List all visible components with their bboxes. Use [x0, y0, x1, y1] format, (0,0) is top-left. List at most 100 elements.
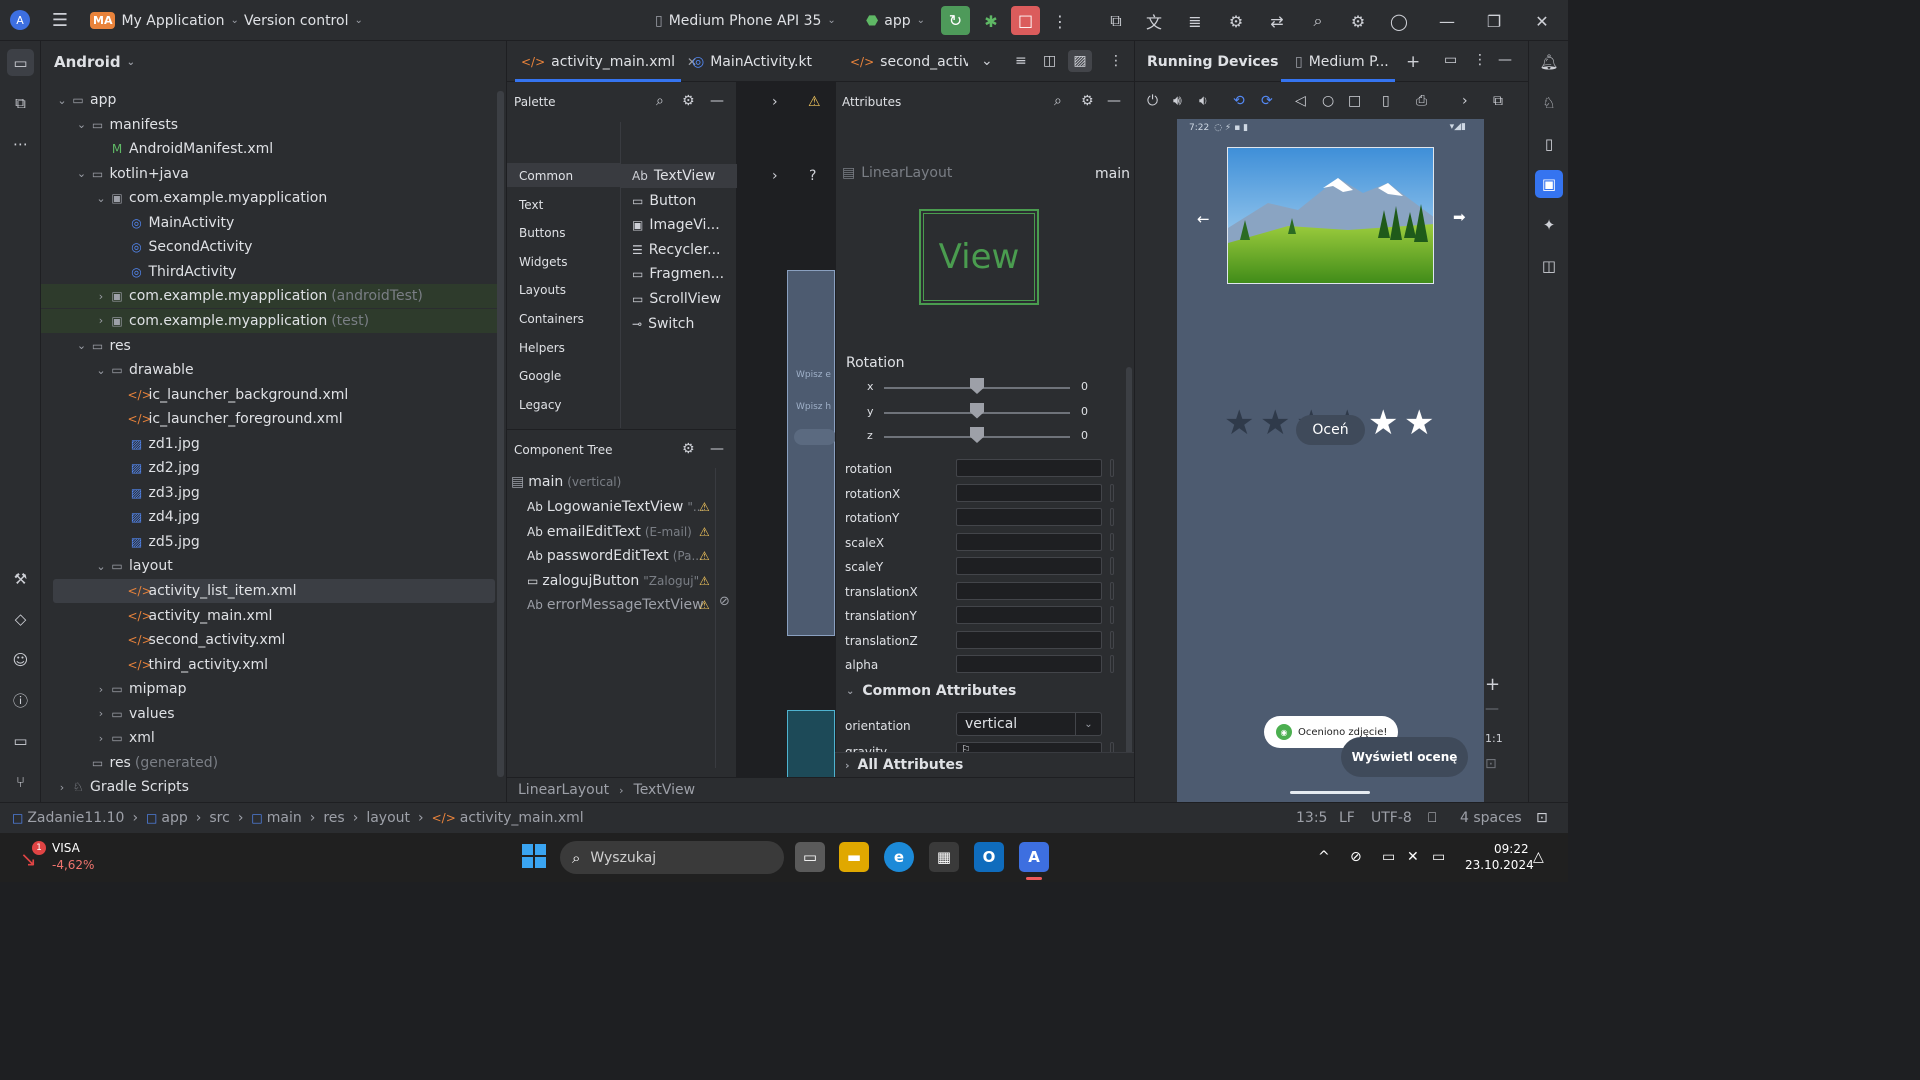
- palette-category[interactable]: Common: [519, 169, 573, 183]
- palette-category[interactable]: Containers: [519, 312, 584, 326]
- component-tree-row[interactable]: Ab LogowanieTextView "...: [527, 496, 704, 518]
- tree-item[interactable]: › ▭ mipmap: [41, 677, 501, 701]
- windows-start-button[interactable]: [522, 844, 546, 868]
- app-quality-button[interactable]: ◇: [7, 605, 34, 632]
- indent-setting[interactable]: 4 spaces: [1460, 810, 1522, 826]
- logcat-button[interactable]: ☺: [7, 646, 34, 673]
- overview-icon[interactable]: □: [1348, 93, 1361, 109]
- phone-screen[interactable]: 7:22 ◌ ⚡ ▪ ▮ ▾◢▮ ← ➡ ★ ★ ★ ★ Oceń ◉ Ocen…: [1177, 119, 1484, 803]
- tab-mainactivity-kt[interactable]: ◎ MainActivity.kt: [692, 41, 812, 82]
- palette-category[interactable]: Google: [519, 369, 561, 383]
- search-everywhere-button[interactable]: ⌕: [1305, 8, 1331, 34]
- outlook-icon[interactable]: O: [974, 842, 1004, 872]
- chevron-icon[interactable]: ⌄: [55, 94, 69, 107]
- debug-button[interactable]: ✱: [978, 8, 1004, 34]
- attribute-resource-picker[interactable]: [1110, 483, 1114, 502]
- attribute-resource-picker[interactable]: [1110, 557, 1114, 575]
- sdk-manager-button[interactable]: ⚙: [1223, 8, 1249, 34]
- attribute-value-field[interactable]: [956, 459, 1102, 477]
- tree-item[interactable]: ⌄ ▣ com.example.myapplication: [41, 186, 501, 210]
- attribute-value-field[interactable]: [956, 483, 1102, 502]
- tab-second-activity[interactable]: </> second_activity: [850, 41, 968, 82]
- monitor-icon[interactable]: ▭: [1382, 849, 1395, 865]
- prev-image-arrow[interactable]: ←: [1197, 210, 1210, 228]
- path-segment[interactable]: res: [323, 810, 344, 826]
- project-view-selector[interactable]: Android ⌄: [54, 53, 135, 71]
- rotation-slider-thumb[interactable]: [970, 427, 984, 443]
- path-segment[interactable]: □ main: [251, 810, 301, 826]
- path-segment[interactable]: □ app: [146, 810, 188, 826]
- network-offline-icon[interactable]: ⊘: [1350, 849, 1362, 865]
- chevron-icon[interactable]: ⌄: [75, 167, 89, 180]
- star-icon[interactable]: ★: [1260, 406, 1290, 440]
- warning-icon[interactable]: ⚠: [699, 500, 710, 514]
- path-segment[interactable]: □ Zadanie11.10: [12, 810, 124, 826]
- resource-manager-button[interactable]: ⧉: [7, 89, 34, 116]
- tree-item[interactable]: › ▣ com.example.myapplication (test): [41, 308, 501, 333]
- search-icon[interactable]: ⌕: [656, 93, 664, 109]
- vcs-menu[interactable]: Version control ⌄: [244, 0, 363, 41]
- breadcrumb-textview[interactable]: TextView: [634, 782, 696, 798]
- tree-item[interactable]: ▨ zd5.jpg: [41, 530, 501, 554]
- design-canvas[interactable]: › ⚠ › ? Wpisz e Wpisz h: [737, 82, 836, 818]
- volume-up-icon[interactable]: 🔊︎: [1173, 93, 1182, 109]
- attribute-value-field[interactable]: [956, 557, 1102, 575]
- attribute-value-field[interactable]: [956, 655, 1102, 673]
- rotation-slider-thumb[interactable]: [970, 402, 984, 419]
- tree-item[interactable]: ⌄ ▭ kotlin+java: [41, 162, 501, 186]
- back-icon[interactable]: ◁: [1295, 93, 1306, 109]
- line-separator[interactable]: LF: [1339, 810, 1355, 826]
- warning-icon[interactable]: ⚠: [699, 549, 710, 563]
- show-ratings-button[interactable]: Wyświetl ocenę: [1341, 737, 1468, 777]
- chevron-icon[interactable]: ⌄: [94, 364, 108, 377]
- project-scrollbar[interactable]: [497, 91, 504, 777]
- device-explorer-button[interactable]: ◫: [1535, 252, 1563, 280]
- edge-browser-icon[interactable]: e: [884, 842, 914, 872]
- palette-category[interactable]: Helpers: [519, 341, 565, 355]
- palette-item[interactable]: ▣ ImageVi...: [632, 217, 720, 233]
- tree-item[interactable]: ⌄ ▭ app: [41, 88, 501, 112]
- code-view-icon[interactable]: ≡: [1015, 53, 1027, 69]
- warning-icon[interactable]: ⚠: [699, 574, 710, 588]
- restore-window-button[interactable]: ❐: [1481, 8, 1507, 34]
- tree-item[interactable]: ◎ SecondActivity: [41, 235, 501, 259]
- chevron-icon[interactable]: ›: [94, 732, 108, 745]
- warning-icon[interactable]: ⚠: [699, 525, 710, 539]
- notifications-button[interactable]: 🔔︎: [1535, 48, 1563, 76]
- all-attributes-header[interactable]: › All Attributes: [835, 752, 1134, 777]
- tree-item[interactable]: </> ic_launcher_background.xml: [41, 383, 501, 407]
- home-icon[interactable]: ○: [1322, 93, 1334, 109]
- tree-item[interactable]: </> third_activity.xml: [41, 653, 501, 677]
- clock-time[interactable]: 09:22: [1494, 842, 1529, 856]
- file-encoding[interactable]: UTF-8: [1371, 810, 1412, 826]
- attribute-resource-picker[interactable]: [1110, 581, 1114, 600]
- orientation-dropdown[interactable]: vertical ⌄: [956, 712, 1102, 736]
- tree-item[interactable]: ▭ res (generated): [41, 751, 501, 775]
- device-manager-button[interactable]: ⧉: [1103, 8, 1129, 34]
- stock-widget[interactable]: ↘ 1: [18, 841, 48, 871]
- component-tree-row[interactable]: ▭ zalogujButton "Zaloguj": [527, 570, 699, 592]
- stop-button[interactable]: □: [1011, 6, 1040, 35]
- main-menu-icon[interactable]: ☰: [48, 8, 72, 32]
- tree-item[interactable]: </> activity_list_item.xml: [53, 579, 495, 603]
- attributes-scrollbar[interactable]: [1126, 367, 1132, 775]
- chevron-icon[interactable]: ⌄: [75, 339, 89, 352]
- star-icon[interactable]: ★: [1368, 406, 1398, 440]
- zoom-fit-icon[interactable]: ⊡: [1485, 756, 1497, 772]
- running-devices-button[interactable]: ▣: [1535, 170, 1563, 198]
- rotate-left-icon[interactable]: ⟲: [1233, 93, 1245, 109]
- more-actions-button[interactable]: ⋮: [1047, 8, 1073, 34]
- chevron-icon[interactable]: ⌄: [94, 192, 108, 205]
- chevron-icon[interactable]: ⌄: [94, 560, 108, 573]
- chevron-icon[interactable]: ›: [94, 290, 108, 303]
- taskbar-search[interactable]: ⌕ Wyszukaj: [560, 841, 784, 874]
- palette-item[interactable]: Ab TextView: [632, 168, 715, 184]
- build-variants-button[interactable]: ≣: [1182, 8, 1208, 34]
- more-tools-button[interactable]: ⋯: [7, 130, 34, 157]
- tree-item[interactable]: ◎ ThirdActivity: [41, 260, 501, 284]
- warning-icon[interactable]: ⚠: [699, 598, 710, 612]
- volume-down-icon[interactable]: 🔉︎: [1199, 93, 1208, 109]
- tree-item[interactable]: › ▭ xml: [41, 726, 501, 750]
- attribute-resource-picker[interactable]: [1110, 655, 1114, 673]
- attribute-value-field[interactable]: [956, 508, 1102, 526]
